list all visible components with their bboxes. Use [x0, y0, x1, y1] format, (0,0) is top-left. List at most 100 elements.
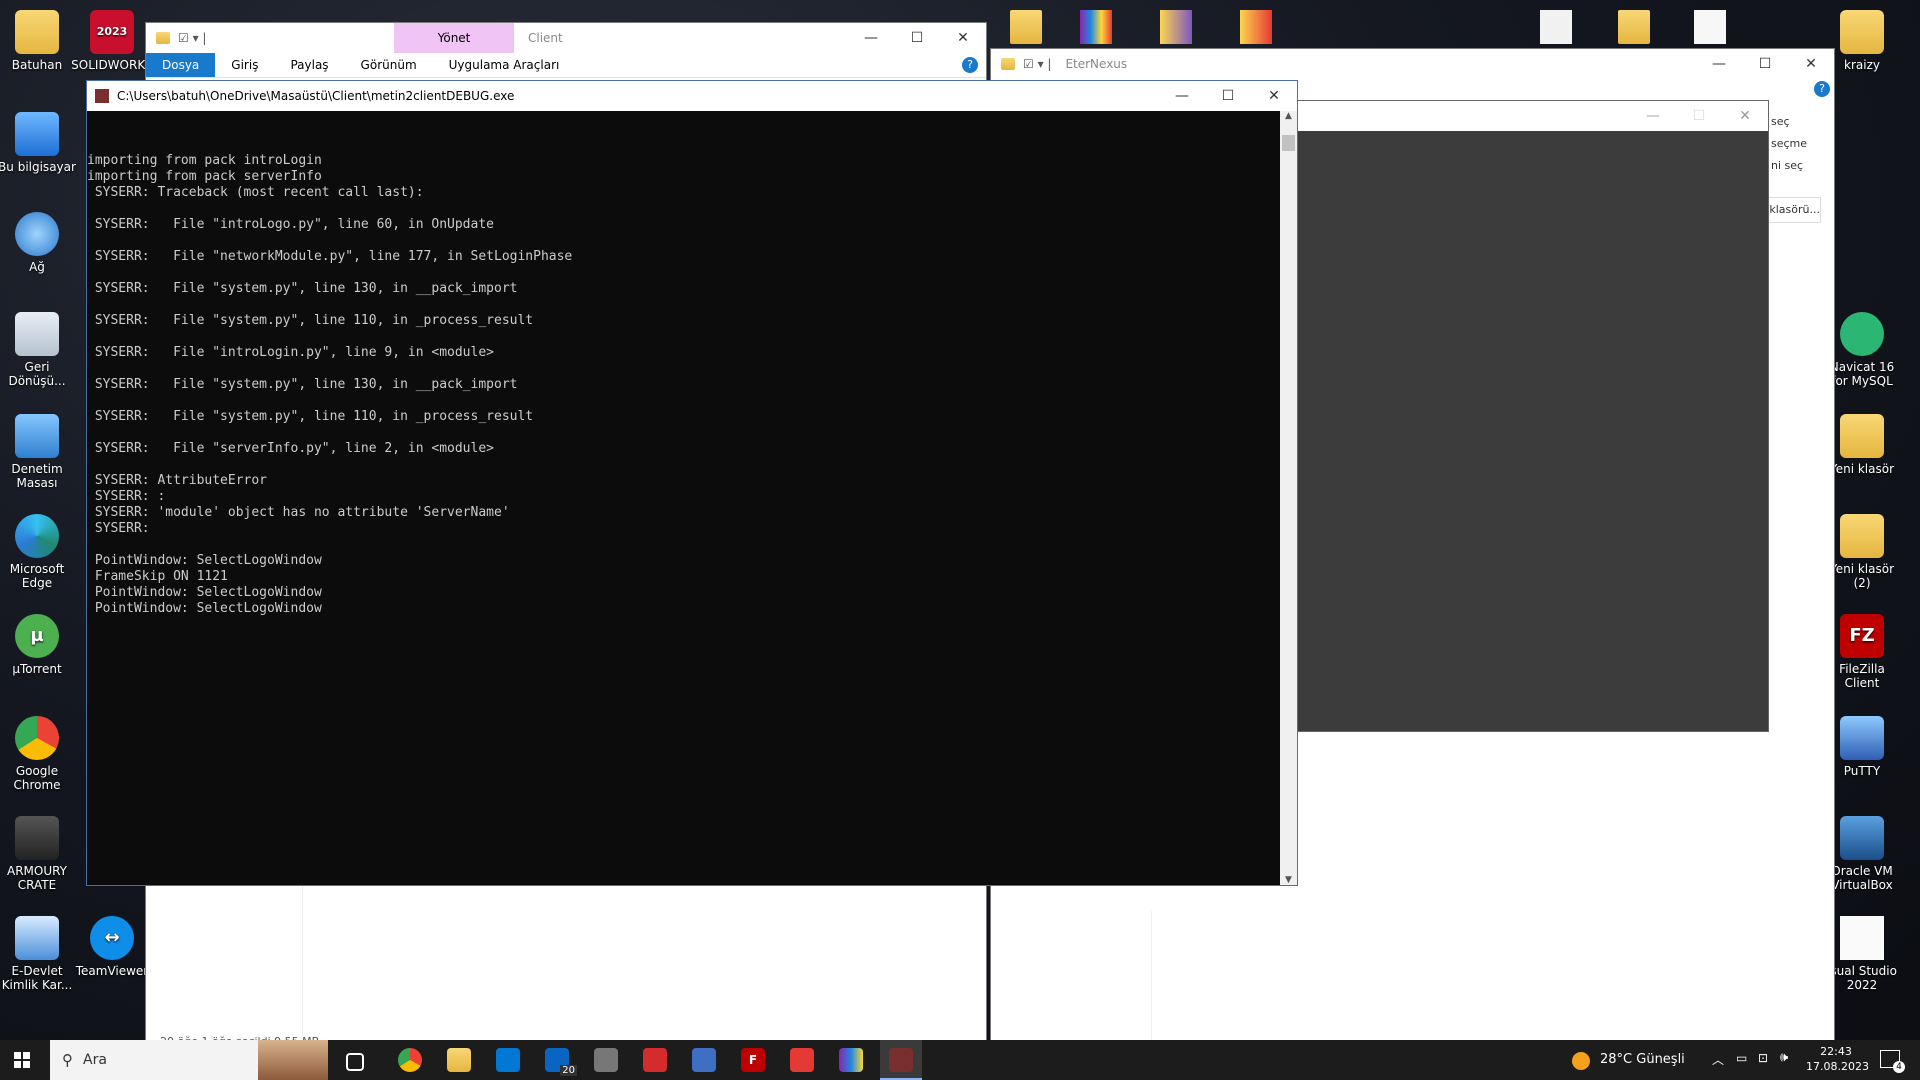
- folder-icon[interactable]: [1618, 10, 1650, 44]
- metin2-icon: [889, 1048, 913, 1072]
- explorer-titlebar: ☑ ▾ | Yönet Client — ☐ ✕: [146, 23, 986, 53]
- desktop-icon-edevlet[interactable]: E-Devlet Kimlik Kar...: [0, 916, 79, 992]
- recycle-bin-icon: [15, 312, 59, 356]
- clock[interactable]: 22:43 17.08.2023: [1806, 1044, 1869, 1074]
- windows-start-icon[interactable]: [14, 1052, 30, 1068]
- tab-dosya[interactable]: Dosya: [146, 53, 216, 77]
- minimize-button[interactable]: —: [1696, 49, 1742, 79]
- minimize-button[interactable]: —: [848, 23, 894, 53]
- folder-icon: [1001, 58, 1015, 70]
- scroll-up-arrow[interactable]: ▲: [1280, 111, 1297, 121]
- desktop-icon-computer[interactable]: Bu bilgisayar: [0, 112, 79, 174]
- quick-access-toolbar[interactable]: ☑ ▾ |: [1023, 57, 1051, 71]
- teamviewer-icon: ↔: [90, 916, 134, 960]
- help-icon[interactable]: ?: [1814, 81, 1830, 97]
- winrar-icon[interactable]: [1080, 10, 1112, 44]
- chrome-icon[interactable]: [398, 1048, 422, 1072]
- desktop-icon-utorrent[interactable]: µ µTorrent: [0, 614, 79, 676]
- calculator-icon[interactable]: [594, 1048, 618, 1072]
- vertical-scrollbar[interactable]: ▲ ▼: [1280, 111, 1297, 885]
- desktop-icon-edge[interactable]: Microsoft Edge: [0, 514, 79, 590]
- manage-tab[interactable]: Yönet: [394, 23, 514, 53]
- control-panel-icon: [15, 414, 59, 458]
- tab-giris[interactable]: Giriş: [215, 53, 274, 77]
- edge-icon: [15, 514, 59, 558]
- clock-time: 22:43: [1820, 1045, 1852, 1058]
- task-view-icon[interactable]: [346, 1053, 364, 1071]
- anydesk-icon[interactable]: [790, 1048, 814, 1072]
- app-red-icon[interactable]: [643, 1048, 667, 1072]
- desktop-icon-chrome[interactable]: Google Chrome: [0, 716, 79, 792]
- navicat-icon: [1840, 312, 1884, 356]
- maximize-button[interactable]: ☐: [1742, 49, 1788, 79]
- tab-gorunum[interactable]: Görünüm: [345, 53, 433, 77]
- solidworks-icon: 2023: [90, 10, 134, 54]
- search-box[interactable]: ⚲ Ara: [50, 1040, 328, 1080]
- explorer-titlebar: ☑ ▾ | EterNexus — ☐ ✕: [991, 49, 1834, 79]
- winrar-icon[interactable]: [1240, 10, 1272, 44]
- metin2-taskbar-button[interactable]: [880, 1040, 922, 1080]
- quick-access-toolbar[interactable]: ☑ ▾ |: [178, 31, 206, 45]
- ribbon-tabs: Dosya Giriş Paylaş Görünüm Uygulama Araç…: [146, 53, 986, 78]
- folder-icon[interactable]: [1010, 10, 1042, 44]
- desktop-icon-batuhan[interactable]: Batuhan: [0, 10, 79, 72]
- select-all-option[interactable]: seç: [1771, 111, 1807, 133]
- network-tool-icon[interactable]: [692, 1048, 716, 1072]
- winrar-icon[interactable]: [839, 1048, 863, 1072]
- desktop-icon-recycle-bin[interactable]: Geri Dönüşü...: [0, 312, 79, 388]
- computer-icon: [15, 112, 59, 156]
- folder-icon: [156, 32, 170, 44]
- chrome-icon: [15, 716, 59, 760]
- tab-uygulama-araclari[interactable]: Uygulama Araçları: [433, 53, 576, 77]
- edevlet-icon: [15, 916, 59, 960]
- close-button[interactable]: ✕: [1788, 49, 1834, 79]
- maximize-button[interactable]: ☐: [1205, 81, 1251, 111]
- search-highlight-image: [258, 1040, 328, 1080]
- notification-icon[interactable]: 4: [1880, 1050, 1905, 1073]
- volume-icon[interactable]: 🕪: [1780, 1050, 1788, 1065]
- folder-icon: [1840, 514, 1884, 558]
- tab-paylas[interactable]: Paylaş: [274, 53, 344, 77]
- chevron-up-icon[interactable]: ︿: [1712, 1051, 1724, 1068]
- file-explorer-icon[interactable]: [447, 1048, 471, 1072]
- search-placeholder: Ara: [83, 1052, 107, 1068]
- desktop-icon-teamviewer[interactable]: ↔ TeamViewer: [70, 916, 154, 978]
- console-title: C:\Users\batuh\OneDrive\Masaüstü\Client\…: [117, 89, 515, 103]
- mail-icon[interactable]: 20: [545, 1048, 577, 1076]
- weather-text[interactable]: 28°C Güneşli: [1600, 1052, 1685, 1067]
- close-button[interactable]: ✕: [940, 23, 986, 53]
- app-icon: [95, 89, 109, 103]
- search-icon: ⚲: [62, 1051, 73, 1069]
- desktop-icon-network[interactable]: Ağ: [0, 212, 79, 274]
- camera-icon[interactable]: ▭: [1736, 1051, 1747, 1065]
- desktop-icon-control-panel[interactable]: Denetim Masası: [0, 414, 79, 490]
- minimize-button[interactable]: —: [1159, 81, 1205, 111]
- document-icon[interactable]: [1540, 10, 1572, 44]
- winrar-icon[interactable]: [1160, 10, 1192, 44]
- help-icon[interactable]: ?: [962, 57, 978, 73]
- scroll-thumb[interactable]: [1282, 135, 1295, 151]
- network-status-icon[interactable]: ⊡: [1758, 1051, 1768, 1065]
- console-window[interactable]: C:\Users\batuh\OneDrive\Masaüstü\Client\…: [86, 80, 1298, 886]
- maximize-button[interactable]: ☐: [894, 23, 940, 53]
- user-folder-icon: [15, 10, 59, 54]
- scroll-down-arrow[interactable]: ▼: [1280, 875, 1297, 885]
- document-icon[interactable]: [1694, 10, 1726, 44]
- select-none-option[interactable]: seçme: [1771, 133, 1807, 155]
- folder-icon: [1840, 414, 1884, 458]
- console-titlebar: C:\Users\batuh\OneDrive\Masaüstü\Client\…: [87, 81, 1297, 111]
- invert-selection-option[interactable]: ni seç: [1771, 155, 1807, 177]
- document-icon: [1840, 916, 1884, 960]
- console-output[interactable]: importing from pack introLogin importing…: [87, 111, 1279, 911]
- close-button[interactable]: ✕: [1722, 101, 1768, 131]
- close-button[interactable]: ✕: [1251, 81, 1297, 111]
- folder-button[interactable]: klasörü...: [1767, 197, 1821, 223]
- desktop-icon-solidworks[interactable]: 2023 SOLIDWORKS: [70, 10, 154, 72]
- nav-pane-divider: [1151, 911, 1152, 1041]
- minimize-button[interactable]: —: [1630, 101, 1676, 131]
- filezilla-icon[interactable]: F: [741, 1048, 765, 1072]
- weather-sun-icon[interactable]: [1572, 1052, 1590, 1070]
- store-icon[interactable]: [496, 1048, 520, 1072]
- desktop-icon-armoury-crate[interactable]: ARMOURY CRATE: [0, 816, 79, 892]
- maximize-button[interactable]: ☐: [1676, 101, 1722, 131]
